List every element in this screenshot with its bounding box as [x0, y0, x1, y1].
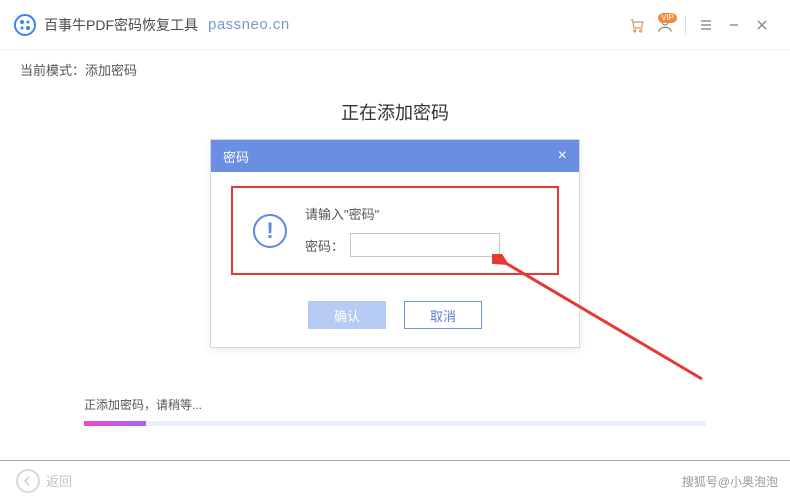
highlight-box: ! 请输入"密码" 密码： [231, 186, 559, 275]
page-heading: 正在添加密码 [0, 99, 790, 125]
title-bar: 百事牛PDF密码恢复工具 passneo.cn VIP [0, 0, 790, 50]
password-label: 密码： [305, 236, 344, 255]
mode-line: 当前模式：添加密码 [0, 50, 790, 83]
vip-badge: VIP [658, 13, 677, 23]
exclamation-icon: ! [253, 214, 287, 248]
back-arrow-icon [16, 469, 40, 493]
bottom-bar: 返回 [0, 460, 790, 500]
back-button[interactable]: 返回 [16, 469, 72, 493]
dialog-title: 密码 [223, 147, 558, 166]
minimize-button[interactable] [720, 11, 748, 39]
progress-fill [84, 421, 146, 426]
divider [685, 16, 686, 34]
confirm-button[interactable]: 确认 [308, 301, 386, 329]
mode-value: 添加密码 [85, 63, 137, 78]
dialog-close-button[interactable]: × [558, 147, 567, 165]
password-input[interactable] [350, 233, 500, 257]
cancel-button[interactable]: 取消 [404, 301, 482, 329]
app-domain: passneo.cn [208, 16, 290, 33]
app-name: 百事牛PDF密码恢复工具 [44, 15, 198, 35]
menu-button[interactable] [692, 11, 720, 39]
close-window-button[interactable] [748, 11, 776, 39]
status-text: 正添加密码，请稍等... [84, 396, 706, 413]
password-dialog: 密码 × ! 请输入"密码" 密码： 确认 取消 [210, 139, 580, 348]
app-logo-icon [14, 14, 36, 36]
back-label: 返回 [46, 471, 72, 490]
watermark: 搜狐号@小奥泡泡 [682, 473, 778, 490]
user-button[interactable]: VIP [651, 11, 679, 39]
dialog-header: 密码 × [211, 140, 579, 172]
main-area: 正在添加密码 密码 × ! 请输入"密码" 密码： 确认 取消 [0, 83, 790, 426]
cart-button[interactable] [623, 11, 651, 39]
progress-bar [84, 421, 706, 426]
mode-prefix: 当前模式： [20, 63, 85, 78]
prompt-text: 请输入"密码" [305, 204, 500, 223]
